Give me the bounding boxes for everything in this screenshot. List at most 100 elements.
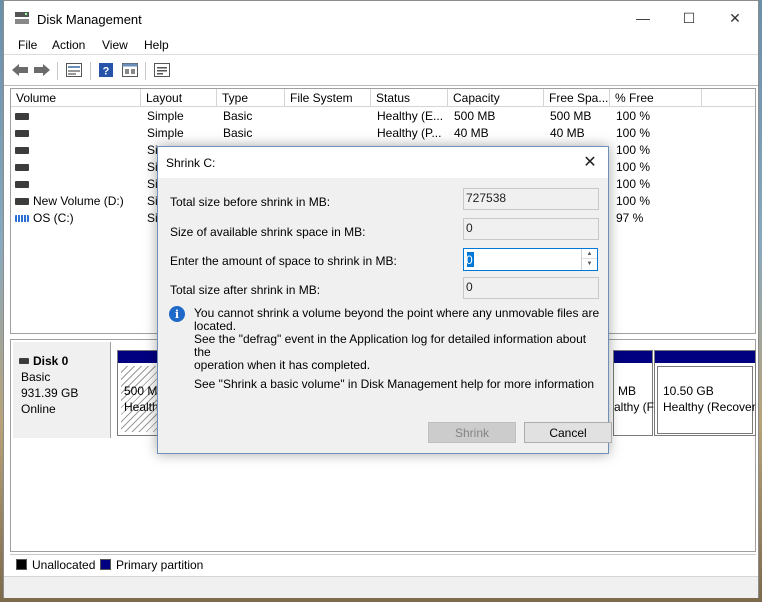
drive-icon: [15, 181, 29, 188]
disk-label[interactable]: Disk 0 Basic 931.39 GB Online: [13, 342, 111, 438]
available-space-field: 0: [463, 218, 599, 240]
menu-action[interactable]: Action: [52, 38, 85, 52]
forward-arrow-icon[interactable]: [32, 61, 52, 79]
column-header-status[interactable]: Status: [371, 89, 448, 107]
disk-name: Disk 0: [33, 354, 69, 368]
cell-capacity: 500 MB: [454, 109, 496, 123]
partition-middle[interactable]: MB althy (F: [613, 350, 655, 436]
cell-status: Healthy (P...: [377, 126, 442, 140]
column-header-capacity[interactable]: Capacity: [448, 89, 544, 107]
drive-icon: [15, 198, 29, 205]
drive-icon: [15, 113, 29, 120]
properties-icon[interactable]: [120, 61, 140, 79]
disk-management-app-icon: [14, 11, 30, 25]
partition-header: [655, 351, 755, 363]
available-space-label: Size of available shrink space in MB:: [170, 225, 366, 239]
svg-text:?: ?: [103, 66, 110, 78]
menu-help[interactable]: Help: [144, 38, 169, 52]
partition-recovery[interactable]: 10.50 GB Healthy (Recover: [654, 350, 756, 436]
drive-icon: [15, 130, 29, 137]
partition-status: althy (F: [614, 400, 655, 414]
column-header-free-space[interactable]: Free Spa...: [544, 89, 610, 107]
partition-selection-hatch: [121, 366, 161, 432]
menu-bar: File Action View Help: [4, 35, 758, 55]
shrink-amount-input[interactable]: [466, 251, 578, 268]
total-after-field: 0: [463, 277, 599, 299]
cell-layout: Simple: [147, 109, 184, 123]
column-header-file-system[interactable]: File System: [285, 89, 371, 107]
cell-layout: Simple: [147, 126, 184, 140]
cell-volume-name: OS (C:): [33, 211, 74, 225]
cell-percent-free: 100 %: [616, 177, 651, 191]
column-header-filler: [702, 89, 755, 107]
title-bar: Disk Management — ☐ ✕: [4, 1, 758, 35]
dialog-title: Shrink C:: [166, 156, 216, 170]
info-line: operation when it has completed.: [194, 358, 371, 372]
info-line: See the "defrag" event in the Applicatio…: [194, 332, 587, 359]
disk-icon: [19, 358, 29, 364]
info-line: You cannot shrink a volume beyond the po…: [194, 306, 600, 333]
disk-state: Online: [21, 402, 56, 416]
total-after-label: Total size after shrink in MB:: [170, 283, 321, 297]
cancel-button[interactable]: Cancel: [524, 422, 612, 443]
column-header-percent-free[interactable]: % Free: [610, 89, 702, 107]
drive-icon: [15, 147, 29, 154]
window-title: Disk Management: [37, 12, 142, 27]
spin-buttons: ▲ ▼: [581, 249, 597, 270]
cell-free: 40 MB: [550, 126, 585, 140]
cell-percent-free: 97 %: [616, 211, 644, 225]
cell-type: Basic: [223, 126, 253, 140]
unallocated-swatch: [16, 559, 27, 570]
cell-volume-name: New Volume (D:): [33, 194, 124, 208]
cell-percent-free: 100 %: [616, 126, 651, 140]
shrink-dialog: Shrink C: ✕ Total size before shrink in …: [157, 146, 612, 454]
legend: Unallocated Primary partition: [10, 554, 756, 574]
partition-size: MB: [618, 384, 636, 398]
cell-percent-free: 100 %: [616, 109, 651, 123]
partition-size: 10.50 GB: [663, 384, 714, 398]
console-icon[interactable]: [152, 61, 172, 79]
toolbar: ?: [4, 56, 758, 86]
shrink-button[interactable]: Shrink: [428, 422, 516, 443]
cell-percent-free: 100 %: [616, 194, 651, 208]
os-drive-icon: [15, 215, 29, 222]
info-icon: i: [169, 306, 185, 322]
toolbar-separator: [145, 62, 146, 80]
close-icon[interactable]: ✕: [712, 1, 758, 35]
dialog-close-icon[interactable]: ✕: [578, 151, 602, 173]
cell-percent-free: 100 %: [616, 143, 651, 157]
spin-up-icon[interactable]: ▲: [582, 249, 597, 259]
cell-capacity: 40 MB: [454, 126, 489, 140]
partition-status: Healthy (Recover: [663, 400, 756, 414]
total-before-label: Total size before shrink in MB:: [170, 195, 331, 209]
back-arrow-icon[interactable]: [10, 61, 30, 79]
legend-unallocated: Unallocated: [32, 558, 96, 572]
maximize-icon[interactable]: ☐: [666, 1, 712, 35]
primary-partition-swatch: [100, 559, 111, 570]
cell-type: Basic: [223, 109, 253, 123]
drive-icon: [15, 164, 29, 171]
total-before-field: 727538: [463, 188, 599, 210]
spin-down-icon[interactable]: ▼: [582, 259, 597, 269]
column-header-volume[interactable]: Volume: [11, 89, 141, 107]
help-icon[interactable]: ?: [96, 61, 116, 79]
toolbar-separator: [57, 62, 58, 80]
menu-view[interactable]: View: [102, 38, 128, 52]
column-header-layout[interactable]: Layout: [141, 89, 217, 107]
menu-file[interactable]: File: [18, 38, 37, 52]
status-bar: [4, 576, 758, 598]
cell-percent-free: 100 %: [616, 160, 651, 174]
disk-list-icon[interactable]: [64, 61, 84, 79]
shrink-amount-stepper[interactable]: ▲ ▼: [463, 248, 598, 271]
toolbar-separator: [90, 62, 91, 80]
partition-header: [614, 351, 652, 363]
info-message: You cannot shrink a volume beyond the po…: [194, 307, 606, 372]
cell-status: Healthy (E...: [377, 109, 444, 123]
shrink-amount-label: Enter the amount of space to shrink in M…: [170, 254, 397, 268]
minimize-icon[interactable]: —: [620, 1, 666, 35]
disk-type: Basic: [21, 370, 51, 384]
column-header-type[interactable]: Type: [217, 89, 285, 107]
help-link-text: See "Shrink a basic volume" in Disk Mana…: [194, 377, 595, 391]
disk-size: 931.39 GB: [21, 386, 79, 400]
dialog-title-bar: Shrink C: ✕: [158, 147, 608, 178]
